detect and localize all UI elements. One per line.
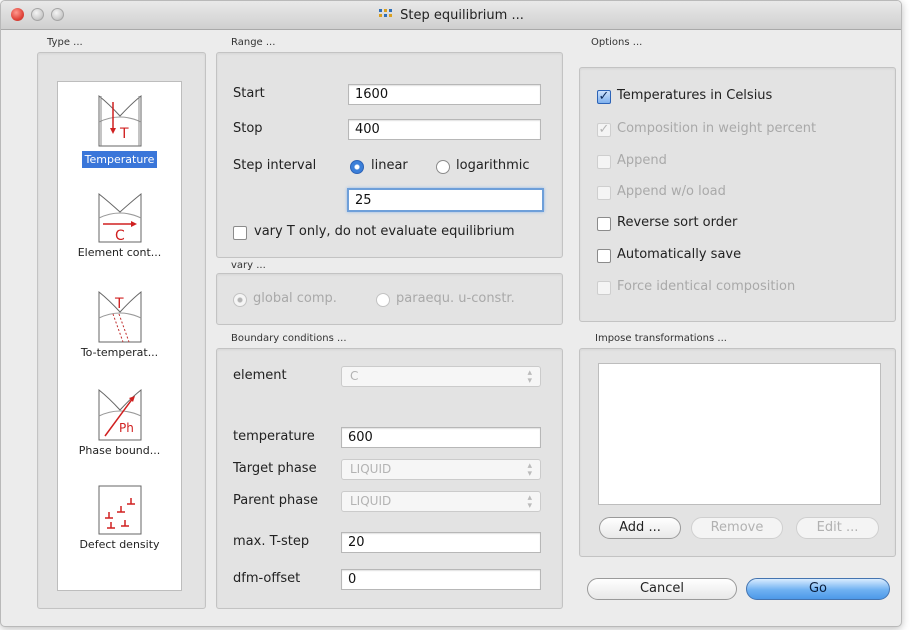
svg-text:T: T <box>114 296 124 312</box>
defect-density-icon <box>98 485 141 535</box>
app-icon <box>379 9 393 17</box>
transformations-list[interactable] <box>598 363 881 505</box>
logarithmic-radio[interactable] <box>436 160 450 174</box>
target-phase-value: LIQUID <box>350 462 392 476</box>
celsius-label[interactable]: Temperatures in Celsius <box>617 88 772 103</box>
parent-phase-label: Parent phase <box>233 493 318 508</box>
stepper-chevrons-icon: ▴ ▾ <box>527 368 532 386</box>
dfm-offset-label: dfm-offset <box>233 571 301 586</box>
vary-group-label: vary ... <box>231 260 266 271</box>
element-label: element <box>233 368 287 383</box>
paraequ-radio[interactable] <box>376 293 390 307</box>
vary-t-only-checkbox[interactable] <box>233 226 247 240</box>
start-input[interactable] <box>348 84 541 105</box>
paraequ-label: paraequ. u-constr. <box>396 291 515 306</box>
stop-input[interactable] <box>348 119 541 140</box>
append-checkbox[interactable] <box>597 155 611 169</box>
auto-save-label[interactable]: Automatically save <box>617 247 741 262</box>
svg-text:T: T <box>119 126 129 142</box>
element-select-value: C <box>350 369 359 383</box>
add-transformation-button[interactable]: Add ... <box>599 517 681 539</box>
type-item-label: Phase bound... <box>78 444 161 457</box>
global-comp-label: global comp. <box>253 291 337 306</box>
type-item-temperature[interactable]: T Temperature <box>58 92 181 168</box>
target-phase-select[interactable]: LIQUID ▴ ▾ <box>341 459 541 480</box>
step-interval-input[interactable] <box>347 188 544 212</box>
title-bar[interactable]: Step equilibrium ... <box>1 1 901 30</box>
target-phase-label: Target phase <box>233 461 317 476</box>
type-item-phase-boundary[interactable]: Ph Phase bound... <box>58 386 181 457</box>
remove-transformation-button[interactable]: Remove <box>691 517 783 539</box>
parent-phase-value: LIQUID <box>350 494 392 508</box>
step-interval-label: Step interval <box>233 158 317 173</box>
force-identical-label: Force identical composition <box>617 279 796 294</box>
append-label: Append <box>617 153 667 168</box>
type-group-label: Type ... <box>47 37 83 48</box>
parent-phase-select[interactable]: LIQUID ▴ ▾ <box>341 491 541 512</box>
phase-boundary-icon: Ph <box>98 388 141 441</box>
auto-save-checkbox[interactable] <box>597 249 611 263</box>
linear-radio[interactable] <box>350 160 364 174</box>
boundary-group-label: Boundary conditions ... <box>231 333 347 344</box>
type-item-label: Defect density <box>79 538 160 551</box>
window-title: Step equilibrium ... <box>1 7 901 23</box>
stop-label: Stop <box>233 121 263 136</box>
type-item-label: Element cont... <box>77 246 162 259</box>
force-identical-checkbox[interactable] <box>597 281 611 295</box>
max-t-step-label: max. T-step <box>233 534 310 549</box>
svg-text:Ph: Ph <box>119 421 134 435</box>
logarithmic-label[interactable]: logarithmic <box>456 158 530 173</box>
vary-t-only-label[interactable]: vary T only, do not evaluate equilibrium <box>254 224 515 239</box>
global-comp-radio[interactable] <box>233 293 247 307</box>
start-label: Start <box>233 86 265 101</box>
temperature-icon: T <box>98 94 141 147</box>
edit-transformation-button[interactable]: Edit ... <box>796 517 879 539</box>
element-select[interactable]: C ▴ ▾ <box>341 366 541 387</box>
type-item-element-content[interactable]: C Element cont... <box>58 190 181 259</box>
impose-group-label: Impose transformations ... <box>595 333 727 344</box>
reverse-sort-label[interactable]: Reverse sort order <box>617 215 737 230</box>
weight-percent-label: Composition in weight percent <box>617 121 817 136</box>
step-equilibrium-dialog: Step equilibrium ... Type ... T Temperat… <box>0 0 902 627</box>
stepper-chevrons-icon: ▴ ▾ <box>527 461 532 479</box>
reverse-sort-checkbox[interactable] <box>597 217 611 231</box>
range-group-label: Range ... <box>231 37 276 48</box>
svg-text:C: C <box>115 228 125 244</box>
type-list: T Temperature C Element cont... T To-tem… <box>57 81 182 591</box>
temperature-input[interactable] <box>341 427 541 448</box>
window-title-text: Step equilibrium ... <box>400 8 524 23</box>
to-temperature-icon: T <box>98 290 141 343</box>
type-item-defect-density[interactable]: Defect density <box>58 482 181 551</box>
temperature-label: temperature <box>233 429 315 444</box>
linear-label[interactable]: linear <box>371 158 408 173</box>
element-content-icon: C <box>98 192 141 244</box>
append-wo-load-label: Append w/o load <box>617 184 726 199</box>
max-t-step-input[interactable] <box>341 532 541 553</box>
go-button[interactable]: Go <box>746 578 890 600</box>
celsius-checkbox[interactable]: ✓ <box>597 90 611 104</box>
type-item-label: Temperature <box>81 151 158 168</box>
dfm-offset-input[interactable] <box>341 569 541 590</box>
options-group-label: Options ... <box>591 37 643 48</box>
weight-percent-checkbox[interactable]: ✓ <box>597 123 611 137</box>
cancel-button[interactable]: Cancel <box>587 578 737 600</box>
append-wo-load-checkbox[interactable] <box>597 186 611 200</box>
stepper-chevrons-icon: ▴ ▾ <box>527 493 532 511</box>
type-item-label: To-temperat... <box>80 346 159 359</box>
type-item-to-temperature[interactable]: T To-temperat... <box>58 288 181 359</box>
